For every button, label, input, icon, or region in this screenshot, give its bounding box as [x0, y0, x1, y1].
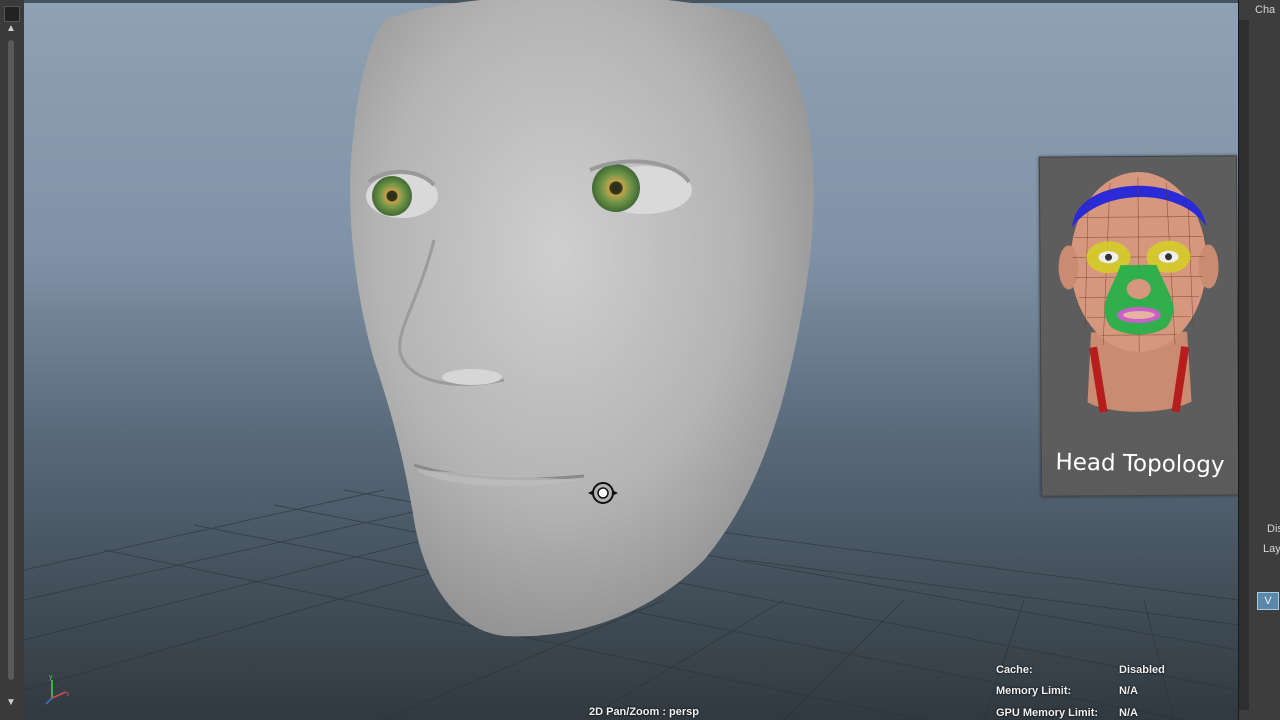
scroll-down-arrow-icon[interactable]: ▼: [4, 698, 18, 708]
memory-limit-label: Memory Limit:: [996, 685, 1072, 697]
reference-card-title: Head Topology: [1055, 449, 1225, 479]
pan-zoom-cursor-icon: [588, 482, 618, 504]
vertical-scrollbar[interactable]: [8, 40, 14, 680]
channel-box-tab[interactable]: Cha: [1255, 4, 1275, 16]
gpu-memory-limit-label: GPU Memory Limit:: [996, 707, 1099, 719]
right-panel-scrollbar[interactable]: [1239, 20, 1249, 710]
head-topology-reference-card: Head Topology: [1038, 155, 1238, 497]
nose-tip: [442, 369, 502, 385]
display-tab-label[interactable]: Dis: [1267, 523, 1280, 535]
memory-limit-value: N/A: [1119, 685, 1138, 697]
axis-gizmo-icon: y x: [45, 674, 70, 705]
axis-label-x: x: [66, 691, 70, 698]
cache-value: Disabled: [1119, 664, 1165, 676]
camera-label: 2D Pan/Zoom : persp: [588, 706, 700, 718]
layers-label[interactable]: Lay: [1263, 543, 1280, 555]
left-eye-iris: [372, 176, 412, 216]
left-scroll-gutter: ▲ ▼: [0, 0, 24, 720]
head-topology-image: [1039, 156, 1238, 458]
right-side-panel: Cha Dis Lay V: [1238, 0, 1280, 720]
gutter-corner-box: [4, 6, 20, 22]
visibility-toggle-button[interactable]: V: [1257, 592, 1279, 610]
cache-label: Cache:: [996, 664, 1033, 676]
gpu-memory-limit-value: N/A: [1119, 707, 1138, 719]
right-eye-iris: [592, 164, 640, 212]
scroll-up-arrow-icon[interactable]: ▲: [4, 24, 18, 34]
3d-viewport[interactable]: Head Topology y x 2D Pan/Zoom : persp Ca…: [24, 0, 1238, 720]
axis-label-y: y: [49, 674, 53, 681]
face-mesh[interactable]: [350, 0, 814, 637]
